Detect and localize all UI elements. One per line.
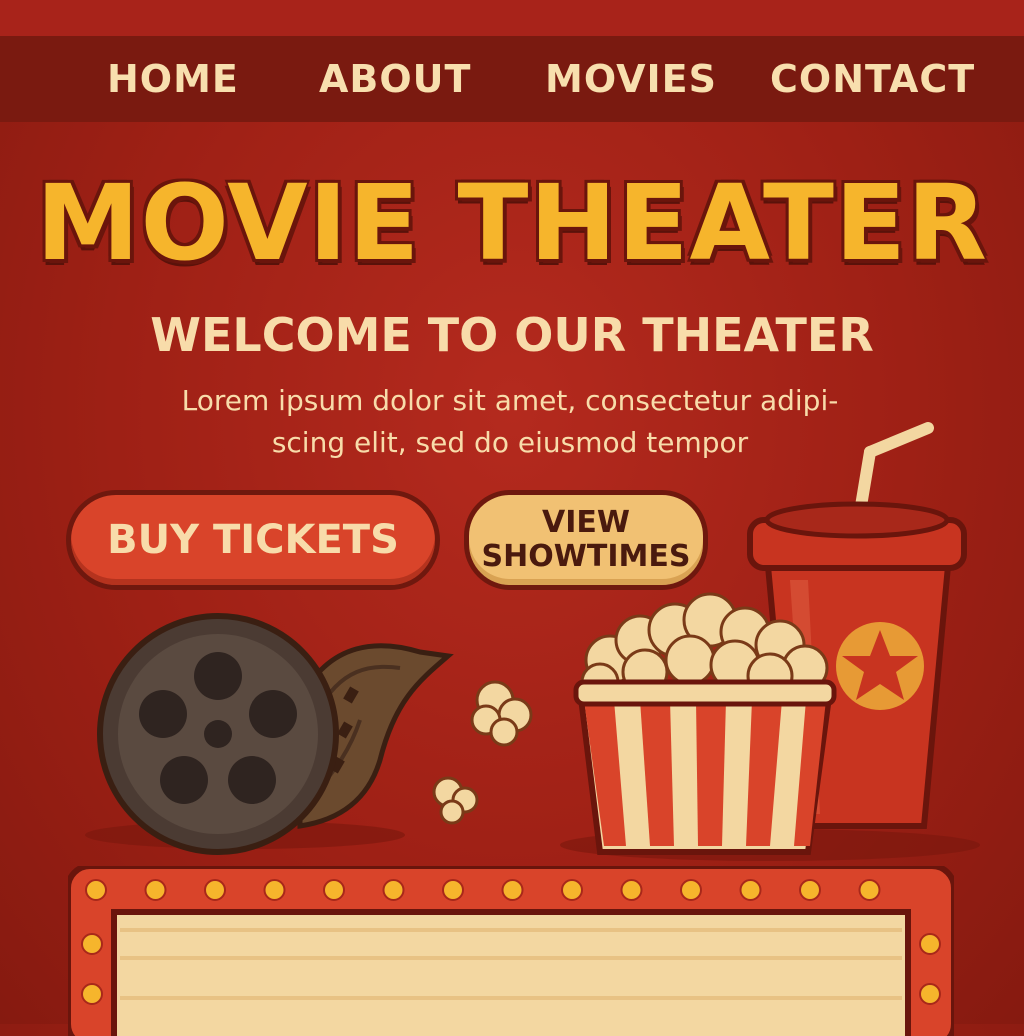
popcorn-kernel-icon <box>470 680 533 747</box>
film-reel-icon <box>97 613 454 855</box>
marquee-bulb <box>85 879 107 901</box>
marquee-bulb <box>501 879 524 901</box>
marquee-bulb <box>919 983 941 1005</box>
marquee-bulb <box>680 879 702 901</box>
marquee-bulb <box>919 933 941 955</box>
popcorn-kernel-icon <box>432 776 479 825</box>
marquee-bulb <box>204 879 226 901</box>
marquee-bulb <box>620 879 643 901</box>
marquee-bulb <box>382 879 405 901</box>
marquee-bulb <box>739 879 762 901</box>
marquee-bulb <box>561 879 583 901</box>
popcorn-icon <box>573 592 837 855</box>
marquee-bulb <box>858 879 881 901</box>
marquee-sign <box>68 866 954 1036</box>
marquee-bulb <box>323 879 345 901</box>
marquee-bulb <box>144 879 167 901</box>
marquee-bulb <box>799 879 821 901</box>
marquee-bulb <box>81 933 103 955</box>
marquee-bulb <box>81 983 103 1005</box>
marquee-bulb <box>263 879 286 901</box>
marquee-bulb <box>442 879 464 901</box>
